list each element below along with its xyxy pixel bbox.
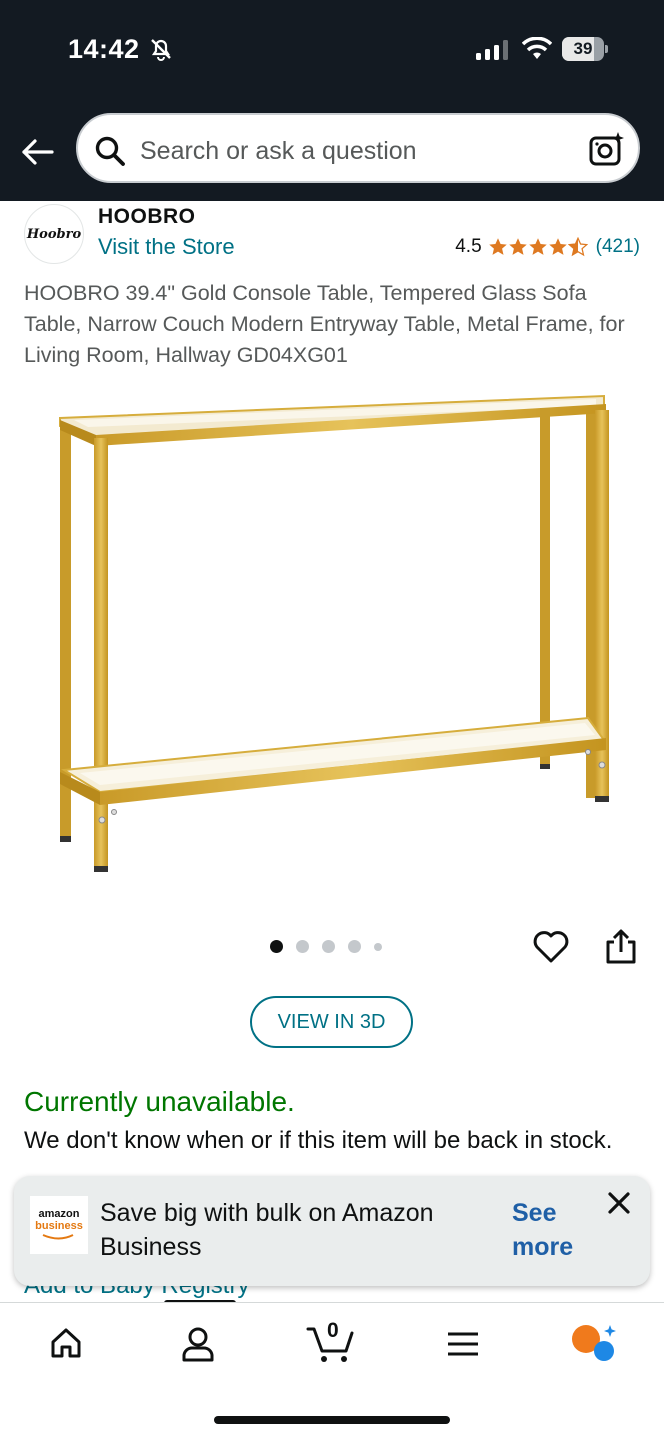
search-placeholder: Search or ask a question xyxy=(140,137,417,165)
brand-name: HOOBRO xyxy=(98,205,196,228)
star-icon xyxy=(488,238,507,255)
camera-lens-icon[interactable] xyxy=(588,131,626,169)
wifi-icon xyxy=(522,37,552,59)
account-icon[interactable] xyxy=(180,1325,216,1363)
product-title: HOOBRO 39.4" Gold Console Table, Tempere… xyxy=(24,281,625,367)
smile-arrow-icon xyxy=(42,1234,74,1240)
cellular-signal-icon xyxy=(476,40,508,60)
search-input[interactable]: Search or ask a question xyxy=(76,113,640,183)
carousel-dot[interactable] xyxy=(322,940,335,953)
promo-text: Save big with bulk on Amazon Business xyxy=(100,1199,434,1261)
visit-store-link[interactable]: Visit the Store xyxy=(98,234,235,260)
carousel-dot[interactable] xyxy=(270,940,283,953)
home-indicator xyxy=(214,1416,450,1424)
back-arrow-icon[interactable] xyxy=(18,132,58,172)
battery-level: 39 xyxy=(573,39,593,58)
status-time: 14:42 xyxy=(68,34,140,64)
see-more-link[interactable]: See more xyxy=(512,1196,592,1264)
image-carousel-dots[interactable] xyxy=(270,940,382,953)
menu-icon[interactable] xyxy=(446,1331,480,1357)
rating-summary[interactable]: 4.5 (421) xyxy=(455,236,640,258)
close-icon[interactable] xyxy=(604,1188,634,1218)
review-count: (421) xyxy=(595,236,640,257)
heart-icon[interactable] xyxy=(532,928,570,966)
star-icon xyxy=(508,238,527,255)
share-icon[interactable] xyxy=(604,928,638,966)
half-star-icon xyxy=(567,237,588,257)
rating-value: 4.5 xyxy=(455,236,482,257)
carousel-dot[interactable] xyxy=(348,940,361,953)
logo-line2: business xyxy=(35,1220,83,1232)
search-icon xyxy=(95,136,125,166)
brand-logo[interactable]: Hoobro xyxy=(24,204,84,264)
app-header: 14:42 39 Search or ask a question xyxy=(0,0,664,201)
view-in-3d-button[interactable]: VIEW IN 3D xyxy=(250,996,413,1048)
star-icon xyxy=(528,238,547,255)
logo-line1: amazon xyxy=(38,1208,80,1220)
home-icon[interactable] xyxy=(48,1325,84,1361)
amazon-business-logo: amazon business xyxy=(30,1196,88,1254)
cart-count: 0 xyxy=(327,1319,339,1342)
amazon-business-promo[interactable]: amazon business Save big with bulk on Am… xyxy=(14,1176,650,1286)
availability-note: We don't know when or if this item will … xyxy=(24,1127,613,1154)
availability-status: Currently unavailable. xyxy=(24,1086,295,1117)
bell-off-icon xyxy=(151,39,171,61)
product-image[interactable] xyxy=(40,380,624,890)
brand-logo-text: Hoobro xyxy=(26,226,82,242)
cart-button[interactable]: 0 xyxy=(306,1319,356,1365)
star-rating xyxy=(488,237,588,257)
star-icon xyxy=(548,238,567,255)
rufus-icon[interactable] xyxy=(570,1323,618,1363)
carousel-dot[interactable] xyxy=(374,942,382,951)
carousel-dot[interactable] xyxy=(296,940,309,953)
battery-indicator: 39 xyxy=(562,37,604,61)
